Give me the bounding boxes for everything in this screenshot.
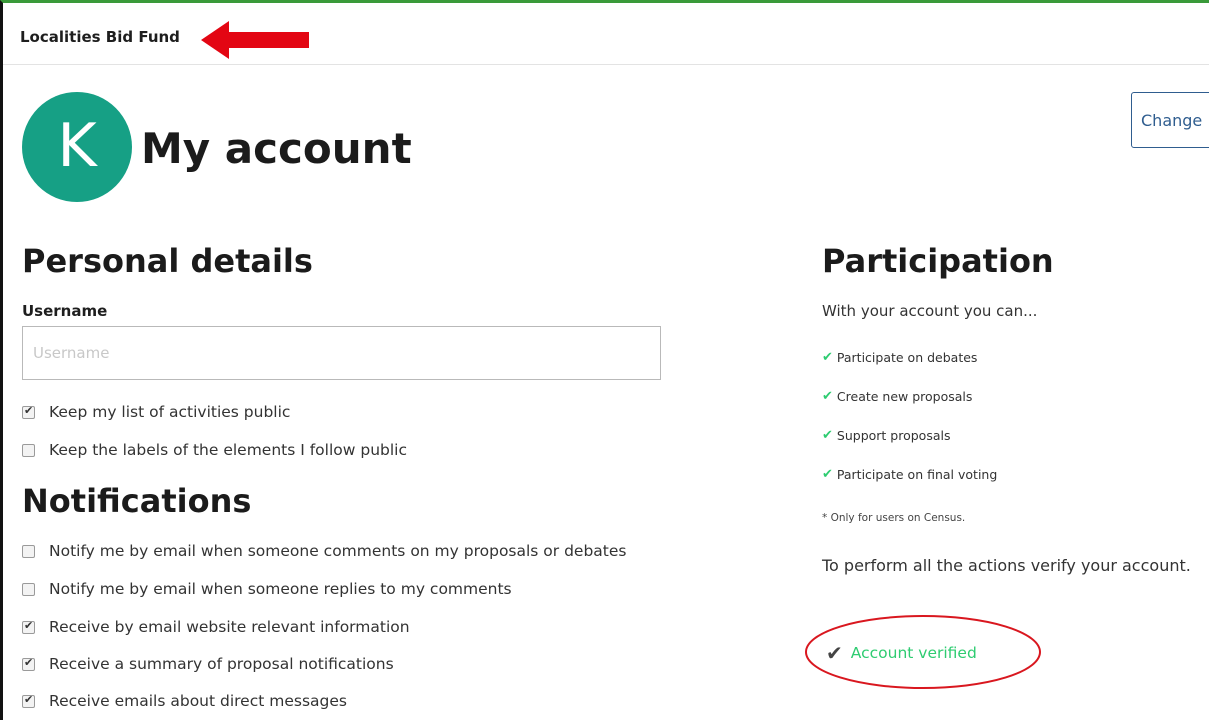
page-title: My account	[141, 124, 412, 173]
checkmark-icon: ✔	[826, 641, 843, 665]
option-label: Keep my list of activities public	[49, 403, 291, 421]
username-label: Username	[22, 302, 108, 320]
option-labels-public[interactable]: Keep the labels of the elements I follow…	[22, 440, 407, 460]
permission-item: ✔ Participate on debates	[822, 350, 978, 365]
option-label: Receive a summary of proposal notificati…	[49, 655, 394, 673]
receive-relevant-info[interactable]: Receive by email website relevant inform…	[22, 617, 410, 637]
option-label: Notify me by email when someone comments…	[49, 542, 627, 560]
checkbox[interactable]	[22, 693, 35, 708]
check-icon: ✔	[822, 350, 833, 365]
site-name[interactable]: Localities Bid Fund	[20, 28, 180, 46]
personal-details-heading: Personal details	[22, 242, 313, 280]
change-button[interactable]: Change	[1131, 92, 1209, 148]
checkbox[interactable]	[22, 582, 35, 596]
checkbox[interactable]	[22, 656, 35, 671]
participation-intro: With your account you can...	[822, 302, 1038, 320]
checkbox[interactable]	[22, 443, 35, 457]
checkbox[interactable]	[22, 619, 35, 634]
permission-item: ✔ Create new proposals	[822, 389, 973, 404]
option-activities-public[interactable]: Keep my list of activities public	[22, 402, 290, 422]
check-icon: ✔	[822, 389, 833, 404]
check-icon: ✔	[822, 467, 833, 482]
checkbox[interactable]	[22, 544, 35, 558]
account-verified-status: ✔ Account verified	[826, 641, 977, 665]
red-arrow-annotation-icon	[201, 21, 309, 59]
avatar: K	[22, 92, 132, 202]
permission-item: ✔ Support proposals	[822, 428, 951, 443]
receive-direct-messages[interactable]: Receive emails about direct messages	[22, 691, 347, 711]
verified-label: Account verified	[850, 644, 977, 662]
option-label: Notify me by email when someone replies …	[49, 580, 512, 598]
option-label: Keep the labels of the elements I follow…	[49, 441, 408, 459]
participation-heading: Participation	[822, 242, 1054, 280]
checkbox[interactable]	[22, 404, 35, 419]
notifications-heading: Notifications	[22, 482, 252, 520]
permission-item: ✔ Participate on final voting	[822, 467, 998, 482]
check-icon: ✔	[822, 428, 833, 443]
top-bar: Localities Bid Fund	[3, 3, 1209, 65]
verify-instructions: To perform all the actions verify your a…	[822, 556, 1191, 575]
census-note: * Only for users on Census.	[822, 512, 966, 524]
notify-comments[interactable]: Notify me by email when someone comments…	[22, 541, 627, 561]
receive-summary[interactable]: Receive a summary of proposal notificati…	[22, 654, 394, 674]
notify-replies[interactable]: Notify me by email when someone replies …	[22, 579, 512, 599]
username-input[interactable]	[22, 326, 661, 380]
option-label: Receive emails about direct messages	[49, 692, 347, 710]
option-label: Receive by email website relevant inform…	[49, 618, 410, 636]
